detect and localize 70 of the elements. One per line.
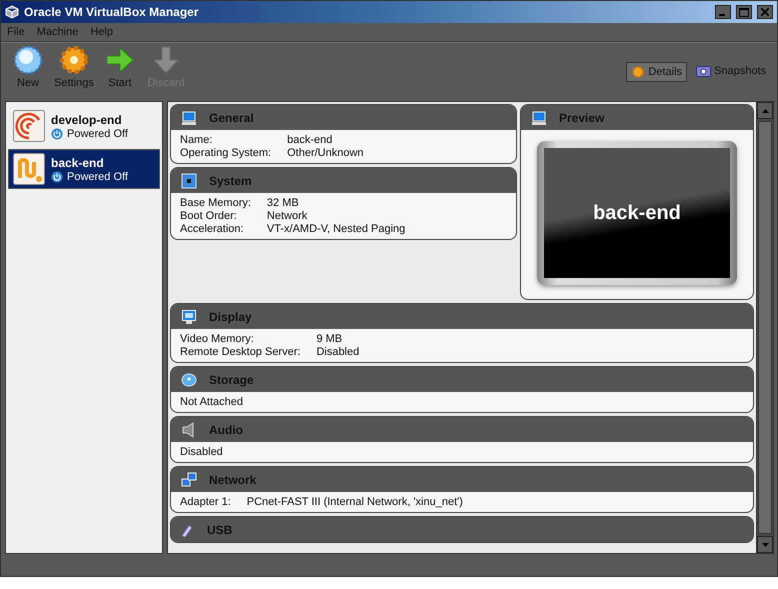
network-icon: [181, 472, 197, 488]
power-icon: [51, 128, 63, 140]
triangle-down-icon: [762, 542, 768, 546]
section-text: Disabled: [179, 445, 224, 460]
section-text: Not Attached: [179, 395, 244, 410]
property-value: 9 MB: [316, 333, 344, 346]
camera-icon: [696, 66, 712, 76]
property-label: Boot Order:: [180, 210, 238, 223]
maximize-icon: [739, 8, 749, 16]
property-label: Adapter 1:: [180, 496, 231, 509]
close-icon: [761, 8, 769, 16]
property-value: back-end: [287, 134, 334, 147]
monitor-icon: [181, 308, 197, 324]
minimize-button[interactable]: [715, 5, 731, 19]
section-title: Storage: [209, 372, 254, 386]
toolbar-button[interactable]: Settings: [53, 45, 95, 89]
vm-list-item[interactable]: back-end Powered Off: [8, 149, 160, 189]
toolbar-button[interactable]: Start: [99, 45, 141, 89]
menu-item[interactable]: Help: [90, 26, 113, 38]
property-value: 32 MB: [266, 197, 300, 210]
hook-logo-icon: [13, 153, 45, 185]
starburst-icon: [13, 45, 43, 75]
triangle-up-icon: [762, 108, 768, 112]
property-label: Video Memory:: [180, 333, 255, 346]
disk-icon: [181, 372, 197, 388]
section-title: Audio: [209, 422, 243, 436]
scroll-up-button[interactable]: [757, 102, 773, 119]
property-label: Remote Desktop Server:: [180, 346, 300, 359]
maximize-button[interactable]: [736, 5, 752, 19]
section-title: General: [209, 110, 254, 124]
property-label: Operating System:: [180, 147, 272, 160]
scroll-down-button[interactable]: [757, 536, 773, 553]
vm-name: back-end: [51, 156, 105, 170]
power-icon: [51, 170, 63, 182]
arrow-right-icon: [105, 45, 135, 75]
section-title: Network: [209, 472, 256, 486]
property-value: Disabled: [316, 346, 360, 359]
section-title: System: [209, 174, 252, 188]
vm-state: Powered Off: [67, 170, 128, 182]
view-tab[interactable]: Details: [626, 62, 688, 82]
property-value: Network: [266, 210, 308, 223]
cube-icon: [5, 5, 19, 19]
property-value: VT-x/AMD-V, Nested Paging: [266, 223, 406, 236]
section-title: Preview: [559, 110, 604, 124]
toolbar-button[interactable]: New: [7, 45, 49, 89]
property-label: Name:: [180, 134, 214, 147]
window-title: Oracle VM VirtualBox Manager: [24, 5, 200, 19]
gear-icon: [631, 65, 646, 79]
scrollbar[interactable]: [756, 102, 773, 553]
arrow-down-icon: [151, 45, 181, 75]
swirl-logo-icon: [13, 110, 45, 142]
section-title: Display: [209, 310, 252, 324]
menu-item[interactable]: Machine: [36, 26, 78, 38]
scroll-thumb[interactable]: [758, 121, 772, 534]
property-label: Acceleration:: [180, 223, 245, 236]
vm-list-item[interactable]: develop-end Powered Off: [8, 106, 160, 146]
menu-item[interactable]: File: [7, 26, 25, 38]
section-title: USB: [207, 522, 232, 536]
vm-name: develop-end: [51, 112, 123, 126]
vm-state: Powered Off: [67, 128, 128, 140]
property-value: PCnet-FAST III (Internal Network, 'xinu_net'): [246, 496, 464, 509]
view-tab[interactable]: Snapshots: [691, 62, 771, 80]
close-button[interactable]: [757, 5, 773, 19]
property-label: Base Memory:: [180, 197, 251, 210]
chip-icon: [181, 172, 197, 188]
preview-text: back-end: [593, 202, 681, 224]
property-value: Other/Unknown: [287, 147, 365, 160]
monitor-icon: [531, 110, 547, 126]
gear-icon: [59, 45, 89, 75]
monitor-icon: [181, 110, 197, 126]
